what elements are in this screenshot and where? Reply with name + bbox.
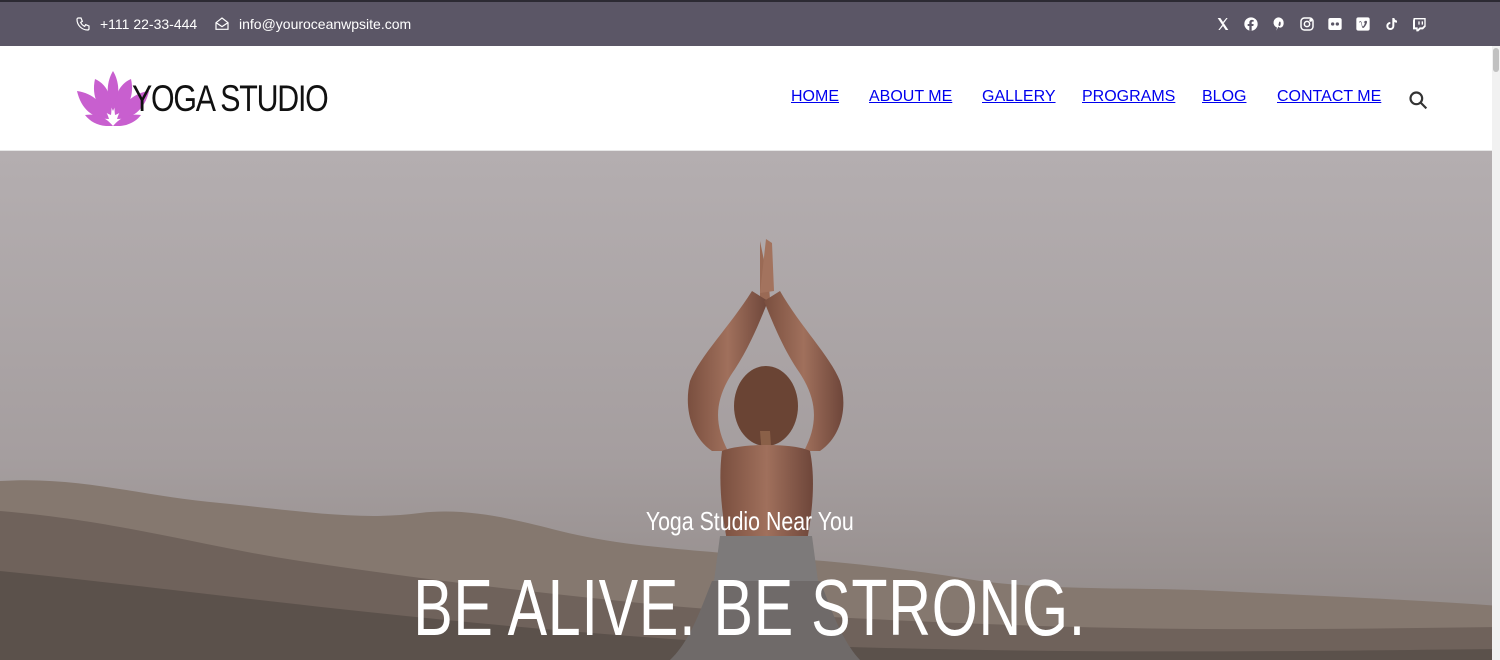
social-links — [1215, 2, 1427, 46]
nav-blog[interactable]: BLOG — [1202, 88, 1246, 106]
pinterest-icon[interactable] — [1271, 16, 1287, 32]
hero-subtitle: Yoga Studio Near You — [0, 506, 1500, 536]
nav-home-link[interactable]: HOME — [791, 88, 839, 105]
email-contact[interactable]: info@youroceanwpsite.com — [214, 2, 411, 46]
logo-text[interactable]: YOGA STUDIO — [132, 79, 329, 119]
phone-icon — [76, 17, 90, 31]
nav-gallery[interactable]: GALLERY — [982, 88, 1056, 106]
nav-gallery-link[interactable]: GALLERY — [982, 88, 1056, 105]
twitch-icon[interactable] — [1411, 16, 1427, 32]
email-address[interactable]: info@youroceanwpsite.com — [239, 16, 411, 32]
nav-about-me-link[interactable]: ABOUT ME — [869, 88, 952, 105]
hero-headline-text: BE ALIVE. BE STRONG. — [413, 563, 1087, 652]
nav-programs-link[interactable]: PROGRAMS — [1082, 88, 1175, 105]
scrollbar-thumb[interactable] — [1493, 48, 1499, 72]
site-logo[interactable]: YOGA STUDIO — [75, 71, 329, 126]
nav-blog-link[interactable]: BLOG — [1202, 88, 1246, 105]
hero-headline: BE ALIVE. BE STRONG. — [0, 563, 1500, 653]
top-bar: +111 22-33-444 info@youroceanwpsite.com — [0, 0, 1500, 46]
vimeo-icon[interactable] — [1355, 16, 1371, 32]
site-header: YOGA STUDIO HOME ABOUT ME GALLERY PROGRA… — [0, 46, 1500, 151]
nav-about-me[interactable]: ABOUT ME — [869, 88, 952, 106]
nav-programs[interactable]: PROGRAMS — [1082, 88, 1175, 106]
nav-home[interactable]: HOME — [791, 88, 839, 106]
nav-contact-me-link[interactable]: CONTACT ME — [1277, 88, 1381, 105]
x-icon[interactable] — [1215, 16, 1231, 32]
envelope-icon — [215, 17, 229, 30]
facebook-icon[interactable] — [1243, 16, 1259, 32]
phone-contact[interactable]: +111 22-33-444 — [75, 2, 197, 46]
phone-number[interactable]: +111 22-33-444 — [100, 16, 197, 32]
search-icon[interactable] — [1408, 90, 1428, 110]
flickr-icon[interactable] — [1327, 16, 1343, 32]
page-scrollbar[interactable] — [1492, 46, 1500, 660]
nav-contact-me[interactable]: CONTACT ME — [1277, 88, 1381, 106]
hero-section: Yoga Studio Near You BE ALIVE. BE STRONG… — [0, 151, 1500, 660]
tiktok-icon[interactable] — [1383, 16, 1399, 32]
hero-subtitle-text: Yoga Studio Near You — [646, 506, 854, 536]
instagram-icon[interactable] — [1299, 16, 1315, 32]
